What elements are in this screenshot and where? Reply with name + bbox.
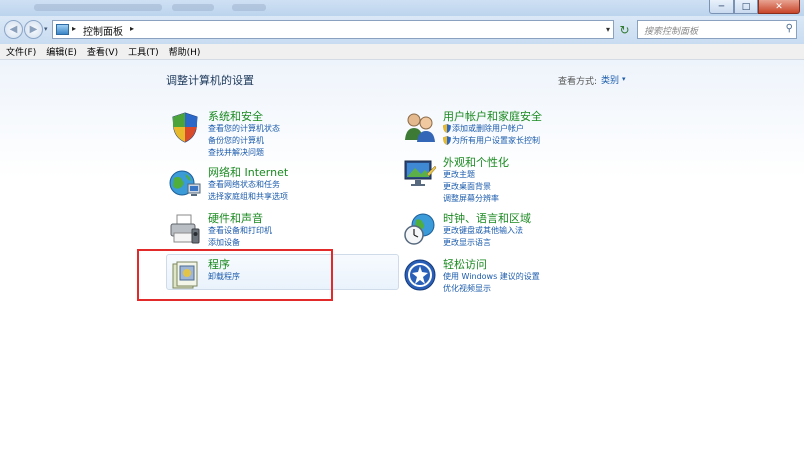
link-recommended-settings[interactable]: 使用 Windows 建议的设置 (443, 271, 540, 282)
forward-arrow-icon: ▶ (29, 24, 38, 35)
window-controls: ─ □ ✕ (709, 0, 800, 14)
link-change-display-language[interactable]: 更改显示语言 (443, 237, 491, 248)
window-title-bar[interactable]: ─ □ ✕ (0, 0, 804, 16)
blurred-window-title (232, 4, 266, 11)
blurred-window-title (172, 4, 214, 11)
maximize-button[interactable]: □ (734, 0, 758, 14)
display-appearance-icon (404, 160, 437, 186)
page-title: 调整计算机的设置 (166, 74, 254, 87)
clock-globe-icon (404, 213, 435, 245)
link-add-device[interactable]: 添加设备 (208, 237, 240, 248)
navigation-bar: ◀ ▶ ▾ ▸ 控制面板 ▸ ▾ ↻ 搜索控制面板 ⚲ (0, 16, 804, 44)
link-devices-printers[interactable]: 查看设备和打印机 (208, 225, 272, 236)
link-troubleshoot[interactable]: 查找并解决问题 (208, 147, 264, 158)
back-button[interactable]: ◀ (4, 20, 23, 39)
control-panel-icon (56, 24, 69, 35)
link-change-desktop-background[interactable]: 更改桌面背景 (443, 181, 491, 192)
breadcrumb-separator[interactable]: ▸ (130, 24, 134, 33)
red-annotation-box (137, 249, 333, 301)
link-change-theme[interactable]: 更改主题 (443, 169, 475, 180)
link-homegroup-sharing[interactable]: 选择家庭组和共享选项 (208, 191, 288, 202)
menu-file[interactable]: 文件(F) (6, 45, 36, 58)
search-input[interactable]: 搜索控制面板 ⚲ (637, 20, 797, 39)
network-globe-icon (169, 170, 201, 196)
refresh-icon: ↻ (619, 22, 630, 37)
breadcrumb-separator[interactable]: ▸ (72, 24, 76, 33)
view-by-dropdown-icon[interactable]: ▾ (622, 75, 626, 83)
category-title-clock-language-region[interactable]: 时钟、语言和区域 (443, 210, 531, 226)
blurred-window-title (34, 4, 162, 11)
category-title-ease-of-access[interactable]: 轻松访问 (443, 256, 487, 272)
category-title-appearance[interactable]: 外观和个性化 (443, 154, 509, 170)
shield-icon (172, 112, 198, 143)
view-by-label: 查看方式: (558, 77, 598, 87)
menu-bar: 文件(F) 编辑(E) 查看(V) 工具(T) 帮助(H) (0, 44, 804, 60)
users-icon (405, 113, 435, 142)
breadcrumb-control-panel[interactable]: 控制面板 (83, 23, 123, 38)
printer-icon (170, 214, 200, 244)
search-placeholder: 搜索控制面板 (644, 27, 699, 37)
close-button[interactable]: ✕ (758, 0, 800, 14)
link-network-status[interactable]: 查看网络状态和任务 (208, 179, 280, 190)
category-title-network-internet[interactable]: 网络和 Internet (208, 164, 288, 180)
view-by-category-link[interactable]: 类别 (601, 73, 619, 86)
category-title-system-security[interactable]: 系统和安全 (208, 108, 263, 124)
ease-of-access-icon (404, 259, 436, 291)
link-parental-controls[interactable]: 为所有用户设置家长控制 (452, 135, 540, 146)
link-backup-computer[interactable]: 备份您的计算机 (208, 135, 264, 146)
menu-help[interactable]: 帮助(H) (169, 45, 201, 58)
menu-view[interactable]: 查看(V) (87, 45, 118, 58)
category-title-user-accounts[interactable]: 用户帐户和家庭安全 (443, 108, 542, 124)
minimize-button[interactable]: ─ (709, 0, 734, 14)
address-dropdown-icon[interactable]: ▾ (606, 25, 610, 34)
uac-shield-icon (443, 136, 451, 145)
category-title-hardware-sound[interactable]: 硬件和声音 (208, 210, 263, 226)
control-panel-content: 调整计算机的设置 查看方式: 类别 ▾ 系统和安全 查看您的计算机状态 备份您的… (0, 60, 804, 452)
refresh-button[interactable]: ↻ (616, 20, 633, 39)
link-change-input-method[interactable]: 更改键盘或其他输入法 (443, 225, 523, 236)
menu-tools[interactable]: 工具(T) (128, 45, 159, 58)
uac-shield-icon (443, 124, 451, 133)
link-adjust-resolution[interactable]: 调整屏幕分辨率 (443, 193, 499, 204)
link-optimize-visual-display[interactable]: 优化视频显示 (443, 283, 491, 294)
forward-button[interactable]: ▶ (24, 20, 43, 39)
recent-pages-dropdown[interactable]: ▾ (44, 25, 48, 33)
search-icon[interactable]: ⚲ (786, 23, 793, 34)
link-view-computer-status[interactable]: 查看您的计算机状态 (208, 123, 280, 134)
back-arrow-icon: ◀ (9, 24, 18, 35)
menu-edit[interactable]: 编辑(E) (46, 45, 77, 58)
link-add-remove-accounts[interactable]: 添加或删除用户帐户 (452, 123, 524, 134)
address-bar[interactable]: ▸ 控制面板 ▸ ▾ (52, 20, 614, 39)
